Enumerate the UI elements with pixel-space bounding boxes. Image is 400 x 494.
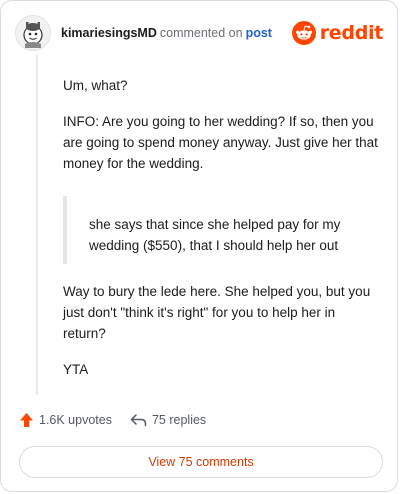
comment-header: kimariesingsMD commented on post reddit <box>15 15 383 51</box>
username[interactable]: kimariesingsMD <box>61 26 157 40</box>
reddit-wordmark: reddit <box>319 22 384 44</box>
comment-paragraph-3: Way to bury the lede here. She helped yo… <box>63 284 371 341</box>
thread-line[interactable] <box>36 55 38 395</box>
blockquote-text: she says that since she helped pay for m… <box>89 217 341 253</box>
comment-meta: kimariesingsMD commented on post <box>61 26 272 40</box>
comment-paragraph-4: YTA <box>63 362 89 377</box>
view-comments-button[interactable]: View 75 comments <box>19 446 383 478</box>
replies-count: 75 replies <box>151 413 207 427</box>
commented-on-text: commented on <box>159 26 243 40</box>
reddit-brand[interactable]: reddit <box>291 21 384 45</box>
comment-card: kimariesingsMD commented on post reddit Um… <box>0 0 398 492</box>
replies-button[interactable]: 75 replies <box>130 413 206 427</box>
user-avatar[interactable] <box>15 15 51 51</box>
upvote-button[interactable]: 1.6K upvotes <box>19 412 112 428</box>
post-link[interactable]: post <box>246 26 272 40</box>
comment-actions: 1.6K upvotes 75 replies <box>19 412 206 428</box>
blockquote: she says that since she helped pay for m… <box>63 196 381 264</box>
comment-body: Um, what? INFO: Are you going to her wed… <box>63 75 381 380</box>
reply-arrow-icon <box>130 414 147 427</box>
reddit-logo-icon <box>291 21 316 45</box>
comment-paragraph-1: Um, what? <box>63 78 128 93</box>
snoo-avatar-icon <box>23 22 43 48</box>
upvote-arrow-icon <box>20 413 33 427</box>
comment-paragraph-2: INFO: Are you going to her wedding? If s… <box>63 114 378 171</box>
upvote-count: 1.6K upvotes <box>39 413 112 427</box>
